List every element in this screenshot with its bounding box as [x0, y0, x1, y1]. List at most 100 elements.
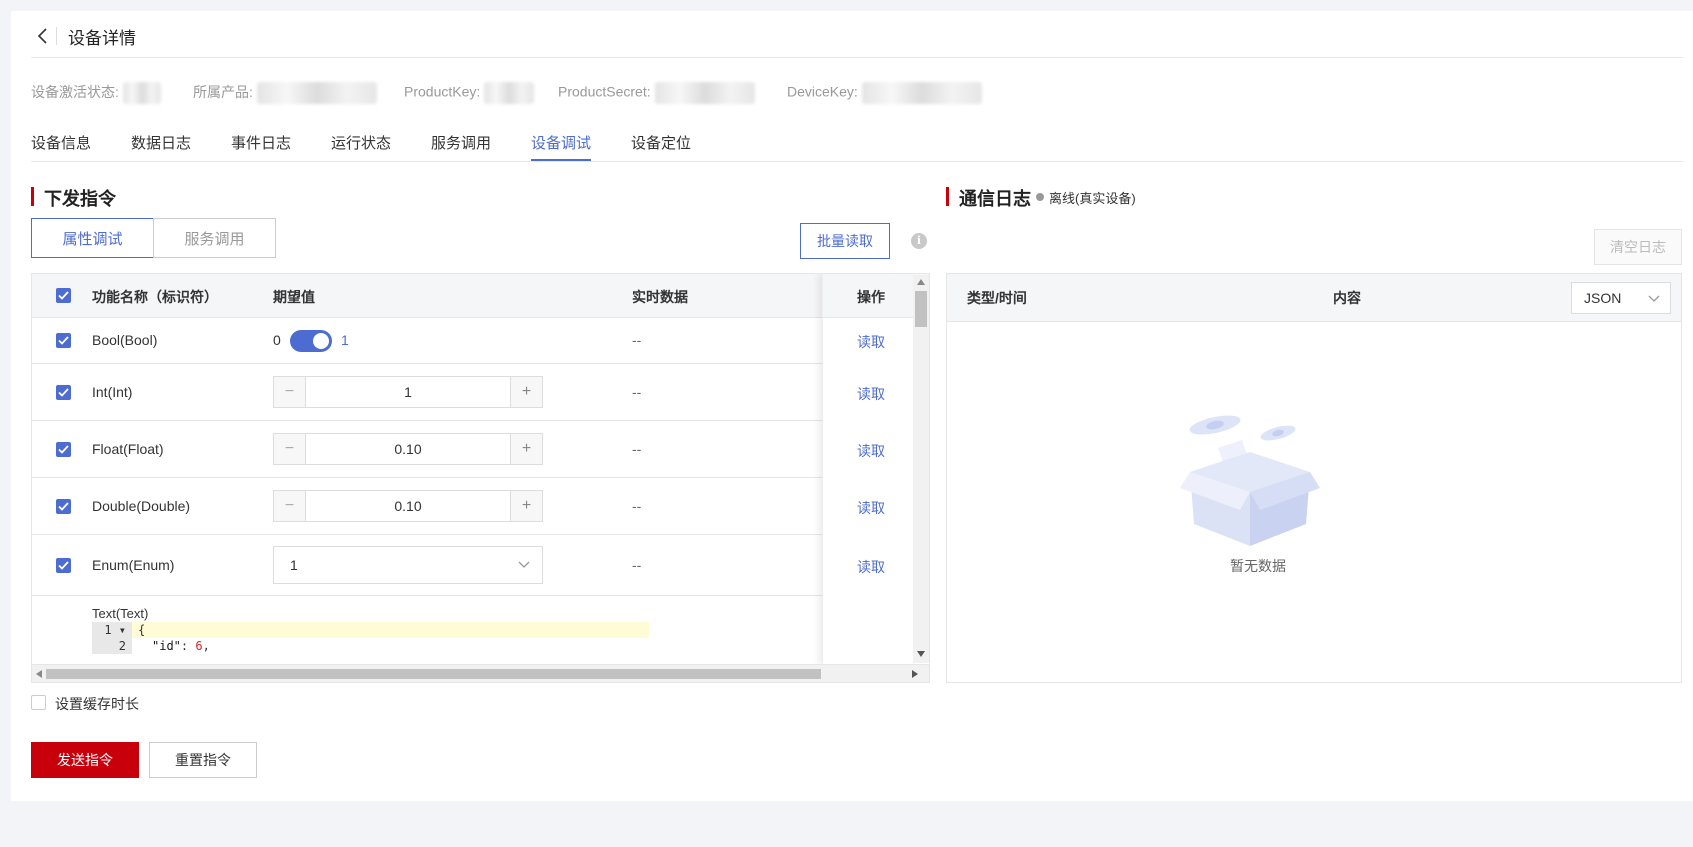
increment-button[interactable]: + [510, 491, 542, 521]
product-key-label: ProductKey: [404, 83, 481, 100]
reset-command-button[interactable]: 重置指令 [149, 742, 257, 778]
realtime-value: -- [632, 441, 642, 457]
empty-state-text: 暂无数据 [1230, 558, 1286, 574]
op-column-header: 操作 [823, 274, 926, 318]
batch-read-button[interactable]: 批量读取 [800, 223, 890, 259]
vertical-scrollbar[interactable] [913, 275, 929, 663]
float-stepper[interactable]: − + [273, 433, 543, 465]
header-name: 功能名称（标识符） [92, 289, 218, 305]
send-command-button[interactable]: 发送指令 [31, 742, 139, 778]
bool-toggle[interactable] [290, 330, 332, 352]
format-select[interactable]: JSON [1571, 282, 1671, 314]
product-info: 所属产品: [193, 82, 377, 105]
row-checkbox[interactable] [56, 499, 71, 514]
int-input[interactable] [306, 377, 510, 407]
property-table: 功能名称（标识符） 期望值 实时数据 Bool(Bool) 0 1 -- Int… [31, 273, 930, 683]
section-accent-bar [946, 187, 949, 206]
horizontal-scroll-thumb[interactable] [46, 669, 821, 679]
row-checkbox[interactable] [56, 442, 71, 457]
operation-column: 操作 读取 读取 读取 读取 读取 [822, 274, 926, 664]
redacted-value [122, 82, 161, 105]
info-icon[interactable]: i [911, 233, 927, 249]
double-stepper[interactable]: − + [273, 490, 543, 522]
seg-property-debug[interactable]: 属性调试 [31, 218, 154, 258]
select-all-checkbox[interactable] [56, 288, 71, 303]
realtime-value: -- [632, 384, 642, 400]
double-input[interactable] [306, 491, 510, 521]
read-link-bool[interactable]: 读取 [857, 332, 885, 352]
activation-status-label: 设备激活状态: [31, 84, 119, 100]
decrement-button[interactable]: − [274, 377, 306, 407]
redacted-value [256, 82, 377, 105]
scroll-up-icon[interactable] [917, 279, 925, 285]
code-line-number: 2 [92, 638, 132, 654]
code-line-2[interactable]: "id": 6, [152, 638, 210, 654]
horizontal-scrollbar[interactable] [32, 664, 929, 682]
decrement-button[interactable]: − [274, 491, 306, 521]
enum-select[interactable]: 1 [273, 546, 543, 584]
realtime-value: -- [632, 557, 642, 573]
header-realtime: 实时数据 [632, 289, 688, 305]
scroll-right-icon[interactable] [912, 670, 918, 678]
table-row: Bool(Bool) 0 1 -- [32, 318, 929, 364]
header-expected: 期望值 [273, 289, 315, 305]
seg-service-call[interactable]: 服务调用 [153, 218, 276, 258]
tab-running-status[interactable]: 运行状态 [331, 132, 391, 153]
cache-duration-label: 设置缓存时长 [55, 696, 139, 712]
row-checkbox[interactable] [56, 333, 71, 348]
activation-status: 设备激活状态: [31, 82, 161, 105]
chevron-down-icon [1648, 295, 1660, 302]
read-link-int[interactable]: 读取 [857, 384, 885, 404]
row-name: Float(Float) [92, 441, 164, 457]
scroll-left-icon[interactable] [36, 670, 42, 678]
text-row: Text(Text) 1 ▾ { 2 "id": 6, [32, 596, 912, 664]
tabs-divider [31, 161, 1683, 162]
row-name: Bool(Bool) [92, 332, 158, 348]
back-arrow-icon[interactable] [33, 25, 53, 47]
device-status-text: 离线(真实设备) [1049, 191, 1136, 206]
row-checkbox[interactable] [56, 558, 71, 573]
cache-duration-checkbox[interactable] [31, 695, 46, 710]
header-type-time: 类型/时间 [967, 290, 1027, 306]
product-secret-label: ProductSecret: [558, 83, 651, 100]
command-section-title: 下发指令 [44, 189, 116, 209]
realtime-value: -- [632, 498, 642, 514]
tab-event-log[interactable]: 事件日志 [231, 132, 291, 153]
float-input[interactable] [306, 434, 510, 464]
empty-box-icon [1180, 415, 1320, 546]
vertical-scroll-thumb[interactable] [915, 291, 927, 327]
increment-button[interactable]: + [510, 377, 542, 407]
row-name: Int(Int) [92, 384, 133, 400]
redacted-value [484, 82, 535, 104]
read-link-float[interactable]: 读取 [857, 441, 885, 461]
header-divider [56, 27, 57, 45]
code-line-number: 1 ▾ [92, 622, 132, 638]
log-header: 类型/时间 内容 JSON [947, 274, 1681, 322]
realtime-value: -- [632, 332, 642, 348]
code-line-1[interactable]: { [138, 622, 145, 638]
tab-device-debug[interactable]: 设备调试 [531, 132, 591, 153]
communication-log-panel: 类型/时间 内容 JSON 暂无数据 [946, 273, 1682, 683]
row-checkbox[interactable] [56, 385, 71, 400]
decrement-button[interactable]: − [274, 434, 306, 464]
redacted-value [654, 82, 755, 104]
row-name: Double(Double) [92, 498, 191, 514]
scroll-down-icon[interactable] [917, 651, 925, 657]
tab-data-log[interactable]: 数据日志 [131, 132, 191, 153]
code-active-line [92, 622, 649, 638]
tab-device-location[interactable]: 设备定位 [631, 132, 691, 153]
product-key-info: ProductKey: [404, 82, 535, 104]
switch-off-label: 0 [273, 332, 281, 348]
tab-service-call[interactable]: 服务调用 [431, 132, 491, 153]
row-name: Text(Text) [92, 606, 149, 621]
read-link-double[interactable]: 读取 [857, 498, 885, 518]
device-detail-card: 设备详情 设备激活状态: 所属产品: ProductKey: ProductSe… [11, 11, 1693, 801]
read-link-enum[interactable]: 读取 [857, 557, 885, 577]
table-row: Float(Float) − + -- [32, 421, 929, 478]
header-divider-line [31, 57, 1683, 58]
tab-device-info[interactable]: 设备信息 [31, 132, 91, 153]
clear-log-button[interactable]: 清空日志 [1594, 229, 1682, 265]
int-stepper[interactable]: − + [273, 376, 543, 408]
offline-status-dot [1036, 193, 1044, 201]
increment-button[interactable]: + [510, 434, 542, 464]
